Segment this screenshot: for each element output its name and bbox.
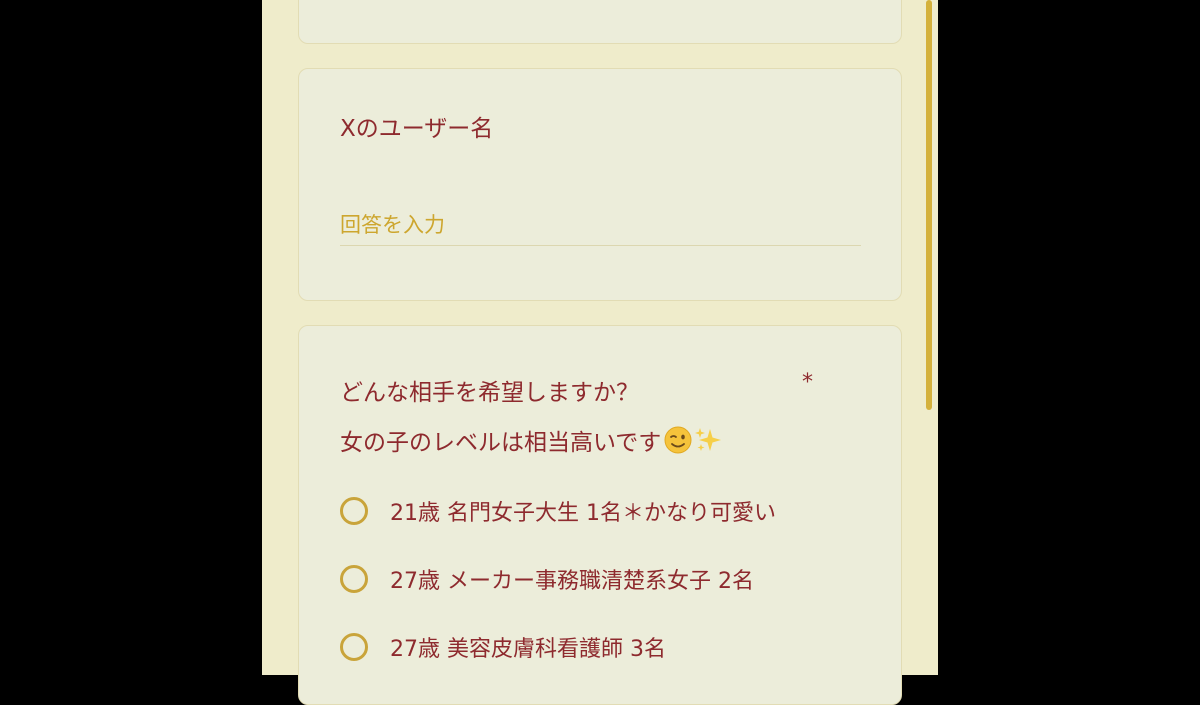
radio-button-2[interactable]: [340, 565, 368, 593]
username-answer-input[interactable]: [340, 205, 861, 246]
preference-question-title: どんな相手を希望しますか？ 女の子のレベルは相当高いです: [340, 368, 723, 468]
winking-face-icon: [664, 426, 692, 454]
option-2[interactable]: 27歳 メーカー事務職清楚系女子 2名: [340, 559, 754, 599]
sparkles-icon: [695, 428, 722, 451]
username-question-card: Xのユーザー名: [298, 68, 902, 301]
username-question-title: Xのユーザー名: [340, 116, 494, 142]
option-3[interactable]: 27歳 美容皮膚科看護師 3名: [340, 627, 666, 667]
option-1[interactable]: 21歳 名門女子大生 1名＊かなり可愛い: [340, 491, 776, 531]
radio-button-1[interactable]: [340, 497, 368, 525]
question-title-text-1: どんな相手を希望しますか？: [340, 380, 639, 406]
question-title-text-2: 女の子のレベルは相当高いです: [340, 430, 662, 456]
option-2-label: 27歳 メーカー事務職清楚系女子 2名: [390, 569, 754, 594]
question-title-line-1: どんな相手を希望しますか？: [340, 368, 723, 418]
required-asterisk: *: [802, 370, 813, 395]
question-title-line-2: 女の子のレベルは相当高いです: [340, 418, 723, 468]
previous-question-card: [298, 0, 902, 44]
preference-question-card: どんな相手を希望しますか？ 女の子のレベルは相当高いです * 21歳 名門女子大…: [298, 325, 902, 705]
radio-button-3[interactable]: [340, 633, 368, 661]
option-1-label: 21歳 名門女子大生 1名＊かなり可愛い: [390, 501, 776, 526]
scrollbar[interactable]: [926, 0, 932, 410]
option-3-label: 27歳 美容皮膚科看護師 3名: [390, 637, 666, 662]
